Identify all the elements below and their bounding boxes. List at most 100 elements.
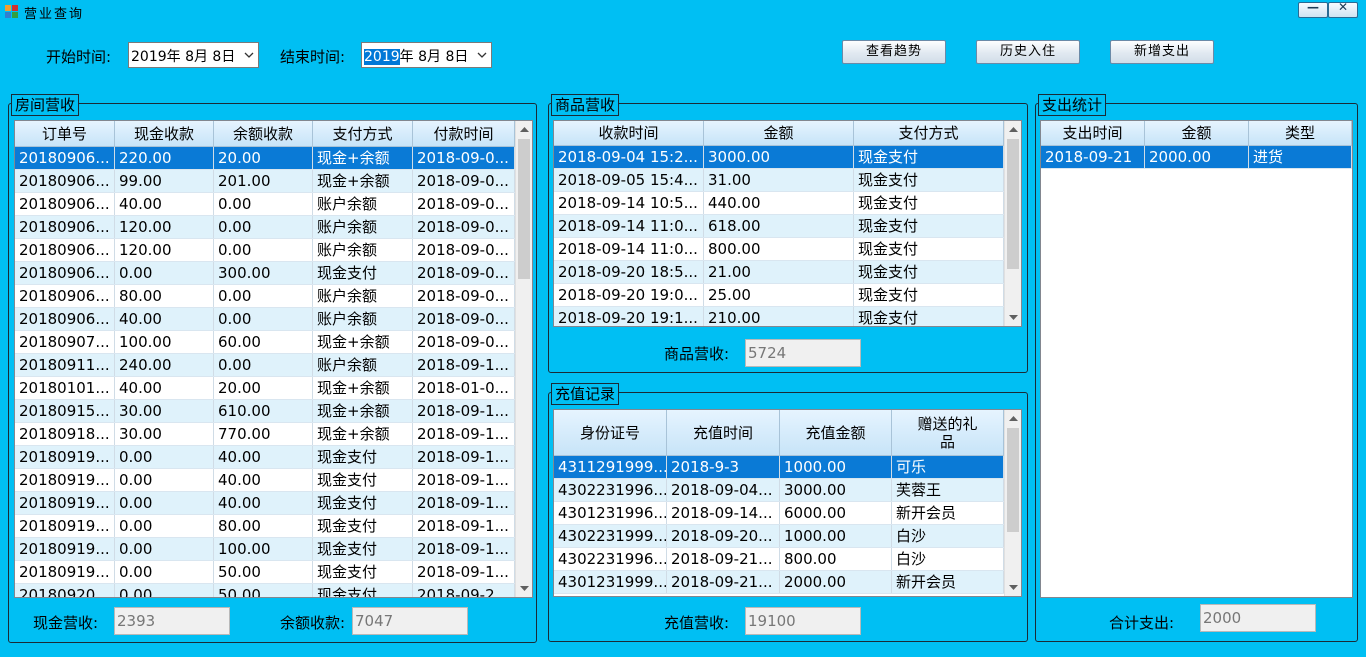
table-row[interactable]: 4311291999... 2018-9-3 1000.00 可乐 (554, 456, 1004, 479)
minimize-button[interactable]: — (1298, 0, 1328, 18)
column-header[interactable]: 收款时间 (554, 121, 704, 145)
table-row[interactable]: 20180906... 0.00 300.00 现金支付 2018-09-0... (15, 262, 515, 285)
table-body: 2018-09-21 2000.00 进货 (1041, 146, 1352, 169)
scroll-up-icon[interactable] (1005, 410, 1022, 427)
column-header[interactable]: 金额 (1145, 121, 1249, 145)
start-date-picker[interactable]: 2019年 8月 8日 (128, 42, 259, 68)
view-trend-button[interactable]: 查看趋势 (842, 40, 946, 64)
table-row[interactable]: 20180101... 40.00 20.00 现金+余额 2018-01-0... (15, 377, 515, 400)
table-row[interactable]: 2018-09-20 18:5... 21.00 现金支付 (554, 261, 1004, 284)
column-header[interactable]: 充值时间 (667, 410, 780, 455)
table-row[interactable]: 20180919... 0.00 80.00 现金支付 2018-09-1... (15, 515, 515, 538)
column-header[interactable]: 现金收款 (115, 121, 214, 146)
vertical-scrollbar[interactable] (515, 121, 532, 597)
table-row[interactable]: 2018-09-14 11:0... 618.00 现金支付 (554, 215, 1004, 238)
table-row[interactable]: 4301231999... 2018-09-21... 2000.00 新开会员 (554, 571, 1004, 594)
add-expense-button[interactable]: 新增支出 (1110, 40, 1214, 64)
total-expense-field[interactable]: 2000 (1200, 604, 1316, 632)
table-row[interactable]: 20180919... 0.00 50.00 现金支付 2018-09-1... (15, 561, 515, 584)
table-cell: 现金支付 (854, 307, 1004, 326)
recharge-revenue-label: 充值营收: (664, 614, 730, 632)
column-header[interactable]: 付款时间 (413, 121, 515, 146)
table-cell: 账户余额 (313, 193, 413, 215)
table-row[interactable]: 20180906... 120.00 0.00 账户余额 2018-09-0... (15, 216, 515, 239)
table-cell: 20180911... (15, 354, 115, 376)
goods-revenue-table[interactable]: 收款时间 金额 支付方式 2018-09-04 15:2... 3000.00 现金… (553, 120, 1022, 327)
table-row[interactable]: 20180906... 120.00 0.00 账户余额 2018-09-0... (15, 239, 515, 262)
table-cell: 20180906... (15, 285, 115, 307)
scroll-down-icon[interactable] (1005, 579, 1022, 596)
table-row[interactable]: 2018-09-04 15:2... 3000.00 现金支付 (554, 146, 1004, 169)
table-row[interactable]: 2018-09-20 19:0... 25.00 现金支付 (554, 284, 1004, 307)
table-row[interactable]: 2018-09-20 19:1... 210.00 现金支付 (554, 307, 1004, 326)
table-row[interactable]: 20180920... 0.00 50.00 现金支付 2018-09-2... (15, 584, 515, 597)
vertical-scrollbar[interactable] (1004, 121, 1021, 326)
table-row[interactable]: 20180906... 220.00 20.00 现金+余额 2018-09-0... (15, 147, 515, 170)
table-row[interactable]: 20180906... 40.00 0.00 账户余额 2018-09-0... (15, 193, 515, 216)
table-cell: 2018-09-0... (413, 239, 515, 261)
table-row[interactable]: 20180915... 30.00 610.00 现金+余额 2018-09-1... (15, 400, 515, 423)
balance-revenue-field[interactable]: 7047 (352, 607, 468, 635)
table-row[interactable]: 20180906... 80.00 0.00 账户余额 2018-09-0... (15, 285, 515, 308)
table-cell: 0.00 (115, 584, 214, 597)
table-row[interactable]: 20180919... 0.00 100.00 现金支付 2018-09-1... (15, 538, 515, 561)
scroll-thumb[interactable] (1007, 428, 1019, 532)
table-row[interactable]: 2018-09-14 11:0... 800.00 现金支付 (554, 238, 1004, 261)
table-row[interactable]: 20180919... 0.00 40.00 现金支付 2018-09-1... (15, 492, 515, 515)
history-checkin-button[interactable]: 历史入住 (976, 40, 1080, 64)
table-row[interactable]: 20180911... 240.00 0.00 账户余额 2018-09-1... (15, 354, 515, 377)
scroll-thumb[interactable] (518, 139, 530, 279)
table-row[interactable]: 4302231996... 2018-09-04... 3000.00 芙蓉王 (554, 479, 1004, 502)
goods-revenue-field[interactable]: 5724 (745, 339, 861, 367)
table-cell: 现金支付 (313, 446, 413, 468)
close-button[interactable]: ✕ (1328, 0, 1358, 18)
table-cell: 账户余额 (313, 308, 413, 330)
recharge-revenue-field[interactable]: 19100 (745, 607, 861, 635)
table-header: 身份证号 充值时间 充值金额 赠送的礼品 (554, 410, 1004, 456)
table-cell: 60.00 (214, 331, 313, 353)
scroll-up-icon[interactable] (516, 121, 533, 138)
table-cell: 2018-9-3 (667, 456, 780, 478)
table-row[interactable]: 4301231996... 2018-09-14... 6000.00 新开会员 (554, 502, 1004, 525)
table-cell: 3000.00 (704, 146, 854, 168)
table-cell: 现金+余额 (313, 147, 413, 169)
table-row[interactable]: 2018-09-14 10:5... 440.00 现金支付 (554, 192, 1004, 215)
scroll-down-icon[interactable] (516, 580, 533, 597)
table-cell: 20180919... (15, 492, 115, 514)
table-cell: 0.00 (214, 239, 313, 261)
recharge-table[interactable]: 身份证号 充值时间 充值金额 赠送的礼品 4311291999... 2018-9… (553, 409, 1022, 597)
table-row[interactable]: 20180919... 0.00 40.00 现金支付 2018-09-1... (15, 469, 515, 492)
room-revenue-table[interactable]: 订单号 现金收款 余额收款 支付方式 付款时间 20180906... 220.0… (14, 120, 533, 598)
vertical-scrollbar[interactable] (1004, 410, 1021, 596)
column-header[interactable]: 充值金额 (780, 410, 892, 455)
column-header[interactable]: 身份证号 (554, 410, 667, 455)
table-row[interactable]: 20180907... 100.00 60.00 现金+余额 2018-09-0... (15, 331, 515, 354)
column-header[interactable]: 支付方式 (854, 121, 1004, 145)
table-cell: 100.00 (214, 538, 313, 560)
table-row[interactable]: 2018-09-21 2000.00 进货 (1041, 146, 1352, 169)
column-header[interactable]: 支付方式 (313, 121, 413, 146)
table-row[interactable]: 4302231996... 2018-09-21... 800.00 白沙 (554, 548, 1004, 571)
scroll-thumb[interactable] (1007, 139, 1019, 269)
end-date-picker[interactable]: 2019年 8月 8日 (361, 42, 492, 68)
scroll-up-icon[interactable] (1005, 121, 1022, 138)
column-header[interactable]: 金额 (704, 121, 854, 145)
table-cell: 4301231999... (554, 571, 667, 593)
column-header[interactable]: 余额收款 (214, 121, 313, 146)
table-row[interactable]: 20180906... 40.00 0.00 账户余额 2018-09-0... (15, 308, 515, 331)
column-header[interactable]: 赠送的礼品 (892, 410, 1004, 455)
cash-revenue-field[interactable]: 2393 (114, 607, 230, 635)
table-row[interactable]: 4302231999... 2018-09-20... 1000.00 白沙 (554, 525, 1004, 548)
table-row[interactable]: 20180918... 30.00 770.00 现金+余额 2018-09-1... (15, 423, 515, 446)
column-header[interactable]: 订单号 (15, 121, 115, 146)
table-row[interactable]: 20180919... 0.00 40.00 现金支付 2018-09-1... (15, 446, 515, 469)
column-header[interactable]: 类型 (1249, 121, 1352, 145)
table-cell: 2018-09-20... (667, 525, 780, 547)
table-row[interactable]: 20180906... 99.00 201.00 现金+余额 2018-09-0... (15, 170, 515, 193)
column-header[interactable]: 支出时间 (1041, 121, 1145, 145)
table-cell: 2018-09-0... (413, 308, 515, 330)
scroll-down-icon[interactable] (1005, 309, 1022, 326)
table-cell: 0.00 (115, 262, 214, 284)
expense-table[interactable]: 支出时间 金额 类型 2018-09-21 2000.00 进货 (1040, 120, 1353, 598)
table-row[interactable]: 2018-09-05 15:4... 31.00 现金支付 (554, 169, 1004, 192)
